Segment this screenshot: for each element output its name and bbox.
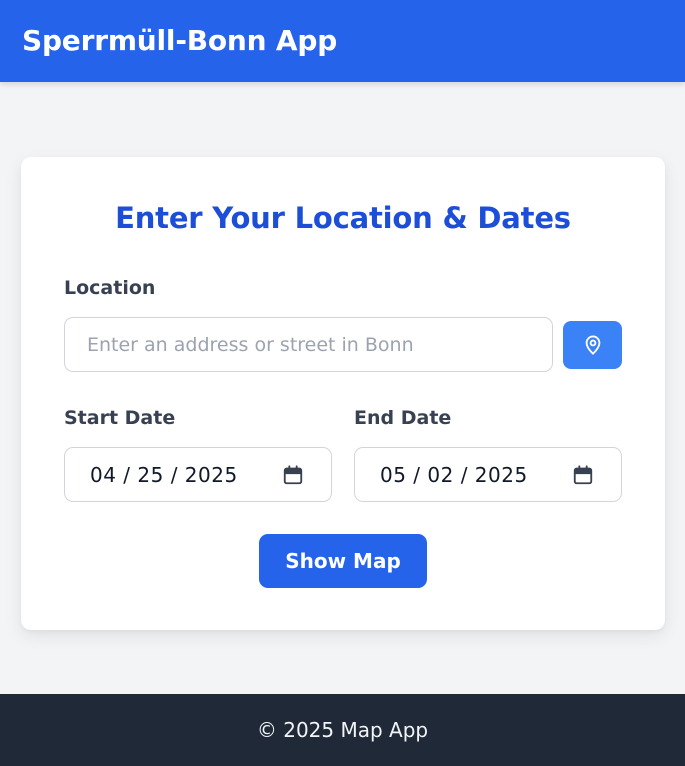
start-date-label: Start Date xyxy=(64,407,176,429)
start-date-value: 04 / 25 / 2025 xyxy=(90,462,238,487)
end-date-input[interactable]: 05 / 02 / 2025 xyxy=(354,447,622,502)
app-title: Sperrmüll-Bonn App xyxy=(22,23,338,57)
end-date-label: End Date xyxy=(354,407,452,429)
calendar-icon[interactable] xyxy=(282,464,304,486)
app-header: Sperrmüll-Bonn App xyxy=(0,0,685,82)
location-input[interactable] xyxy=(64,317,553,372)
app-footer: © 2025 Map App xyxy=(0,694,685,766)
locate-me-button[interactable] xyxy=(563,321,622,369)
location-label: Location xyxy=(64,277,156,299)
footer-copyright: © 2025 Map App xyxy=(256,718,429,742)
start-date-input[interactable]: 04 / 25 / 2025 xyxy=(64,447,332,502)
show-map-button[interactable]: Show Map xyxy=(259,534,427,588)
calendar-icon[interactable] xyxy=(572,464,594,486)
location-dates-card: Enter Your Location & Dates Location Sta… xyxy=(21,157,665,630)
end-date-value: 05 / 02 / 2025 xyxy=(380,462,528,487)
map-pin-icon xyxy=(582,333,604,357)
form-title: Enter Your Location & Dates xyxy=(115,201,571,235)
